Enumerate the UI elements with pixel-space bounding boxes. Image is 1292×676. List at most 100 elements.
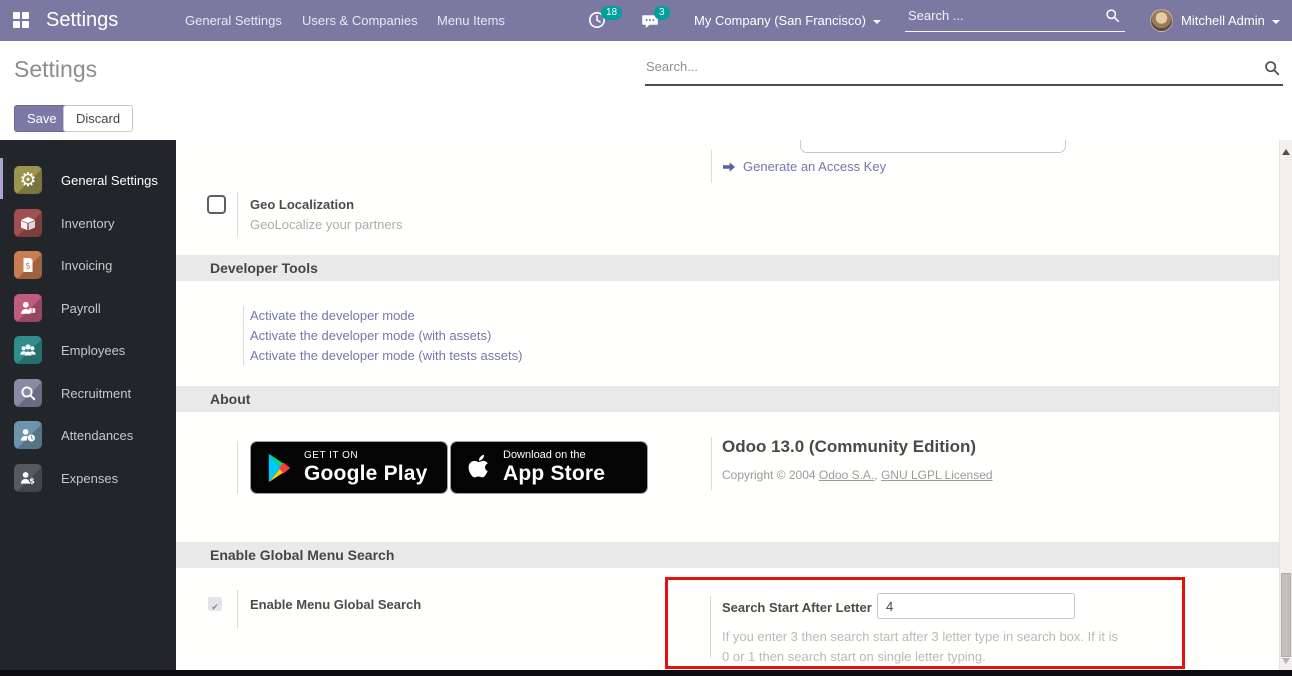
svg-text:$: $ [25,262,30,272]
sidebar-item-label: General Settings [61,173,158,188]
svg-text:$: $ [29,477,35,486]
google-play-badge[interactable]: GET IT ON Google Play [250,441,448,494]
search-icon[interactable] [1105,8,1120,23]
nav-menu-menu-items[interactable]: Menu Items [437,0,505,41]
activity-count-badge: 18 [601,6,622,20]
google-play-icon [266,452,293,484]
top-navbar: Settings General Settings Users & Compan… [0,0,1292,41]
generate-access-key-link[interactable]: Generate an Access Key [722,159,886,174]
message-count-badge: 3 [654,6,670,20]
odoo-sa-link[interactable]: Odoo S.A. [819,468,874,482]
divider [237,441,238,494]
badge-store-name: App Store [503,462,605,486]
app-store-badge[interactable]: Download on the App Store [450,441,648,494]
section-title: About [210,386,250,412]
sidebar-item-employees[interactable]: Employees [0,329,176,371]
scrollbar-thumb[interactable] [1281,573,1291,657]
users-icon [14,336,42,364]
nav-menu-users-companies[interactable]: Users & Companies [302,0,418,41]
sidebar-item-inventory[interactable]: Inventory [0,202,176,244]
page-title: Settings [14,56,97,83]
scroll-up-arrow-icon[interactable] [1282,149,1290,155]
activate-dev-mode-link[interactable]: Activate the developer mode [250,308,415,323]
sidebar-item-expenses[interactable]: $ Expenses [0,457,176,499]
divider [237,192,238,237]
arrow-right-icon [722,160,736,174]
badge-tagline: Download on the [503,449,605,461]
user-money-icon: $ [14,294,42,322]
sidebar-item-label: Invoicing [61,258,112,273]
control-panel: Settings Save Discard [0,41,1292,140]
geo-localization-label: Geo Localization [250,197,354,212]
section-title: Developer Tools [210,255,318,281]
sidebar-item-label: Attendances [61,428,133,443]
sidebar-item-attendances[interactable]: Attendances [0,414,176,456]
gear-icon: ⚙ [14,166,42,194]
user-clock-icon [14,421,42,449]
geo-localization-checkbox[interactable] [207,195,226,214]
field-help-text-line1: If you enter 3 then search start after 3… [722,629,1118,644]
sidebar-item-payroll[interactable]: $ Payroll [0,287,176,329]
apple-icon [466,452,492,484]
svg-text:$: $ [31,308,34,314]
link-label: Generate an Access Key [743,159,886,174]
box-icon [14,209,42,237]
invoice-icon: $ [14,251,42,279]
divider [711,437,712,490]
scroll-down-arrow-icon[interactable] [1282,658,1290,664]
user-dollar-icon: $ [14,464,42,492]
activate-dev-mode-tests-link[interactable]: Activate the developer mode (with tests … [250,348,522,363]
search-start-after-letter-input[interactable] [877,593,1075,619]
magnifier-icon [14,379,42,407]
field-help-text-line2: 0 or 1 then search start on single lette… [722,649,986,664]
save-button[interactable]: Save [14,105,70,132]
copyright-line: Copyright © 2004 Odoo S.A., GNU LGPL Lic… [722,468,993,482]
sidebar-item-label: Payroll [61,301,101,316]
sidebar-item-recruitment[interactable]: Recruitment [0,372,176,414]
section-header-developer-tools: Developer Tools [176,255,1279,281]
sidebar-item-label: Expenses [61,471,118,486]
divider [243,306,244,365]
odoo-version-label: Odoo 13.0 (Community Edition) [722,437,976,457]
main-search-box [645,55,1283,86]
app-title: Settings [46,0,118,41]
sidebar-item-label: Recruitment [61,386,131,401]
section-header-about: About [176,386,1279,412]
sidebar-item-label: Inventory [61,216,114,231]
section-header-global-menu-search: Enable Global Menu Search [176,542,1279,568]
apps-sidebar: ⚙ General Settings Inventory $ Invoicing… [0,140,176,670]
section-title: Enable Global Menu Search [210,542,394,568]
user-menu[interactable]: Mitchell Admin [1181,0,1280,41]
user-avatar[interactable] [1150,9,1173,32]
nav-menu-general-settings[interactable]: General Settings [185,0,282,41]
geo-localization-description: GeoLocalize your partners [250,217,402,232]
discard-button[interactable]: Discard [63,105,133,132]
bottom-edge-bar [0,670,1292,676]
activate-dev-mode-assets-link[interactable]: Activate the developer mode (with assets… [250,328,491,343]
search-icon[interactable] [1264,60,1280,76]
company-name: My Company (San Francisco) [694,13,866,28]
company-switcher[interactable]: My Company (San Francisco) [694,0,881,41]
divider [237,590,238,628]
badge-store-name: Google Play [304,462,428,486]
divider [711,150,712,183]
main-search-input[interactable] [646,59,1216,74]
search-start-after-letter-label: Search Start After Letter [722,600,872,615]
access-key-input-partial[interactable] [800,140,1066,153]
vertical-scrollbar[interactable] [1279,140,1292,670]
sidebar-item-label: Employees [61,343,125,358]
badge-tagline: GET IT ON [304,450,428,461]
chevron-down-icon [1272,20,1280,24]
sidebar-item-general-settings[interactable]: ⚙ General Settings [0,159,176,201]
navbar-search-box [905,0,1125,32]
lgpl-license-link[interactable]: GNU LGPL Licensed [881,468,993,482]
chevron-down-icon [873,20,881,24]
apps-menu-icon[interactable] [13,12,29,28]
navbar-search-input[interactable] [908,8,1088,23]
user-name: Mitchell Admin [1181,13,1265,28]
sidebar-item-invoicing[interactable]: $ Invoicing [0,244,176,286]
enable-menu-global-search-label: Enable Menu Global Search [250,597,421,612]
enable-menu-global-search-checkbox[interactable] [208,597,222,611]
odoo-settings-page: Settings General Settings Users & Compan… [0,0,1292,676]
copyright-text: Copyright © 2004 [722,468,816,482]
